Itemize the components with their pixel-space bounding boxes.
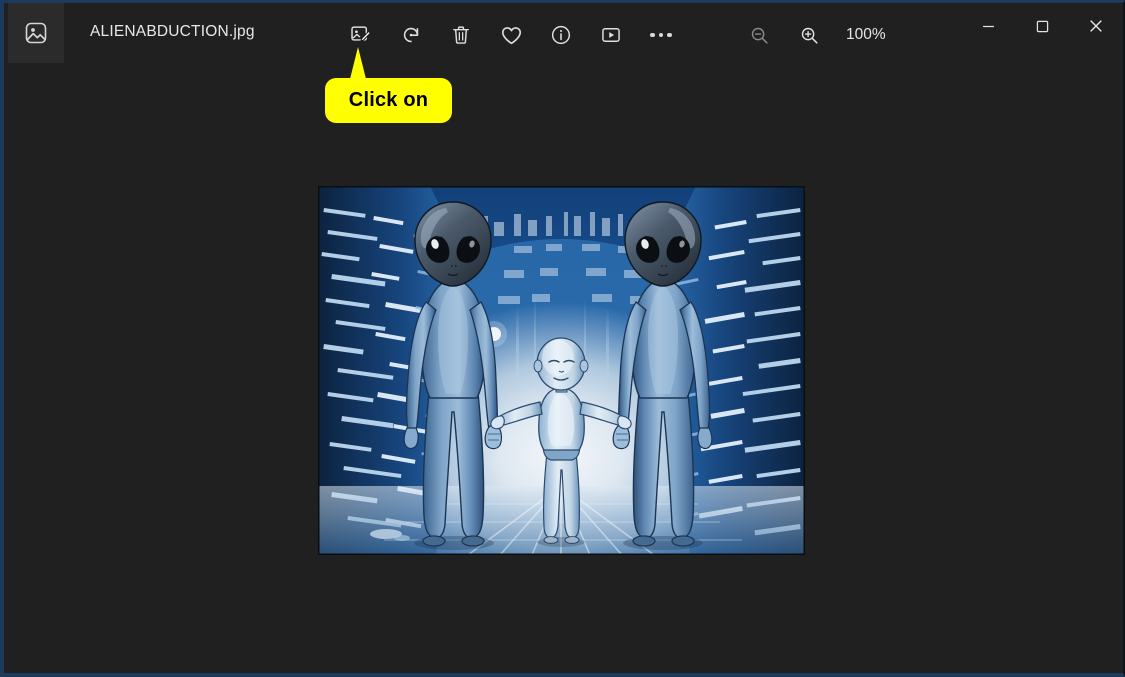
ellipsis-icon [650,32,672,38]
displayed-image[interactable] [318,186,805,555]
info-button[interactable] [536,14,586,56]
zoom-out-button[interactable] [734,14,784,56]
zoom-level-label: 100% [846,26,886,43]
alien-abduction-artwork [318,186,805,555]
image-toolbar [336,13,686,57]
slideshow-button[interactable] [586,14,636,56]
maximize-button[interactable] [1015,3,1069,49]
minimize-button[interactable] [961,3,1015,49]
file-name-label: ALIENABDUCTION.jpg [90,23,255,40]
trash-icon [450,24,472,46]
favorite-button[interactable] [486,14,536,56]
image-viewer-canvas[interactable] [4,65,1123,673]
callout-label: Click on [348,89,429,111]
rotate-button[interactable] [386,14,436,56]
magnifier-plus-icon [799,25,820,46]
rotate-icon [400,24,422,46]
minimize-icon [982,20,995,33]
photo-app-icon [24,21,48,45]
photos-window: ALIENABDUCTION.jpg 100% Click on [0,0,1125,677]
title-bar: ALIENABDUCTION.jpg 100% [4,3,1123,65]
maximize-icon [1036,20,1049,33]
play-box-icon [600,24,622,46]
app-icon-tile [8,3,64,63]
zoom-in-button[interactable] [784,14,834,56]
see-more-button[interactable] [636,14,686,56]
click-on-callout: Click on [325,78,452,123]
window-controls [961,3,1123,49]
heart-icon [500,24,523,47]
zoom-controls: 100% [734,13,886,57]
info-circle-icon [550,24,572,46]
delete-button[interactable] [436,14,486,56]
close-icon [1089,19,1103,33]
close-button[interactable] [1069,3,1123,49]
image-pencil-icon [350,24,372,46]
magnifier-minus-icon [749,25,770,46]
